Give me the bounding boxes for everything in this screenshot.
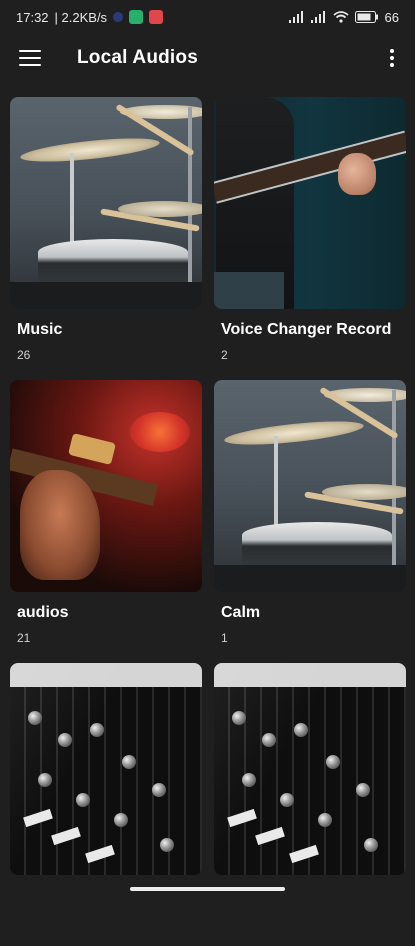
signal-icon bbox=[288, 11, 303, 23]
album-count: 2 bbox=[221, 348, 228, 362]
signal-icon bbox=[310, 11, 325, 23]
menu-icon[interactable] bbox=[19, 50, 41, 68]
album-title: Voice Changer Record bbox=[221, 321, 392, 338]
album-count: 21 bbox=[17, 631, 31, 645]
album-title: audios bbox=[17, 604, 69, 621]
album-card-calm[interactable]: Calm 1 bbox=[214, 380, 406, 663]
album-count: 26 bbox=[17, 348, 31, 362]
status-bar: 17:32 | 2.2KB/s 66 bbox=[0, 0, 415, 34]
album-card-music[interactable]: Music 26 bbox=[10, 97, 202, 380]
album-title: Music bbox=[17, 321, 63, 338]
network-speed: | 2.2KB/s bbox=[54, 9, 108, 25]
album-thumbnail bbox=[10, 97, 202, 309]
album-thumbnail bbox=[10, 380, 202, 592]
album-card-audios[interactable]: audios 21 bbox=[10, 380, 202, 663]
more-vert-icon[interactable] bbox=[385, 49, 399, 71]
album-thumbnail bbox=[10, 663, 202, 875]
app-bar: Local Audios bbox=[0, 34, 415, 86]
album-title: Calm bbox=[221, 604, 261, 621]
album-thumbnail bbox=[214, 97, 406, 309]
album-grid: Music 26 Voice Changer Record 2 audios 2… bbox=[10, 97, 406, 946]
album-card-voice-changer-record[interactable]: Voice Changer Record 2 bbox=[214, 97, 406, 380]
notification-app-icon bbox=[113, 12, 124, 22]
home-indicator[interactable] bbox=[130, 887, 285, 891]
album-card-mixer-left[interactable] bbox=[10, 663, 202, 946]
album-thumbnail bbox=[214, 663, 406, 875]
battery-icon bbox=[354, 11, 378, 23]
notification-app-icon bbox=[129, 10, 144, 24]
album-thumbnail bbox=[214, 380, 406, 592]
album-count: 1 bbox=[221, 631, 228, 645]
album-card-mixer-right[interactable] bbox=[214, 663, 406, 946]
wifi-icon bbox=[332, 11, 349, 23]
notification-app-icon bbox=[149, 10, 164, 24]
status-time: 17:32 bbox=[16, 9, 49, 25]
page-title: Local Audios bbox=[77, 47, 198, 68]
battery-percent: 66 bbox=[384, 9, 399, 25]
